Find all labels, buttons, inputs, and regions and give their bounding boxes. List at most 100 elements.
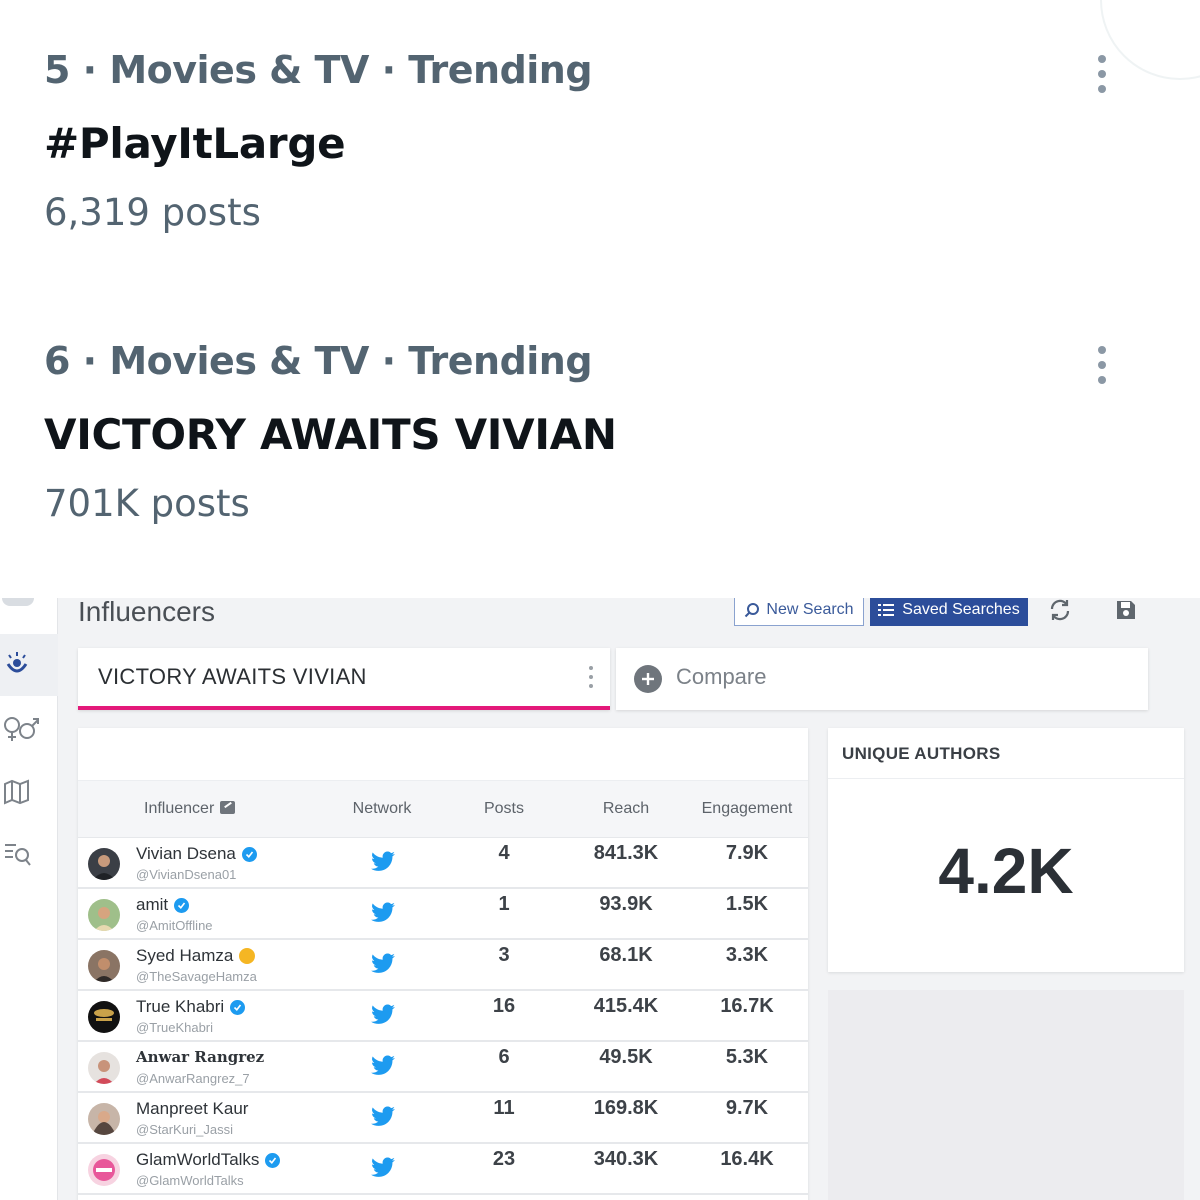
engagement-value: 7.9K (725, 842, 769, 864)
table-row[interactable]: Manpreet Kaur @StarKuri_Jassi 11 169.8K … (78, 1093, 808, 1144)
influencer-name[interactable]: Vivian Dsena (136, 844, 257, 864)
table-row[interactable]: Anwar Rangrez @AnwarRangrez_7 6 49.5K 5.… (78, 1042, 808, 1093)
twitter-icon (371, 1106, 395, 1126)
influencer-handle: @TrueKhabri (136, 1020, 214, 1035)
verified-icon (174, 897, 190, 913)
influencer-handle: @StarKuri_Jassi (136, 1122, 234, 1137)
influencer-name[interactable]: Anwar Rangrez (136, 1048, 264, 1066)
unique-authors-card: UNIQUE AUTHORS 4.2K (828, 728, 1184, 972)
trend-post-count: 701K posts (44, 482, 250, 525)
save-button[interactable] (1110, 598, 1142, 624)
sidebar-item-influencers[interactable] (0, 634, 58, 696)
header-posts[interactable]: Posts (452, 800, 556, 818)
influencer-dashboard: Influencers New Search Saved Searches VI… (0, 598, 1200, 1200)
reach-value: 49.5K (599, 1046, 653, 1068)
header-reach[interactable]: Reach (574, 800, 678, 818)
header-engagement[interactable]: Engagement (694, 800, 800, 818)
list-icon (878, 604, 895, 616)
reach-value: 340.3K (593, 1148, 659, 1170)
twitter-icon (371, 1157, 395, 1177)
verified-icon (241, 846, 257, 862)
table-row[interactable]: GlamWorldTalks @GlamWorldTalks 23 340.3K… (78, 1144, 808, 1195)
more-options-icon[interactable] (1082, 341, 1122, 389)
edit-icon[interactable] (220, 801, 236, 814)
refresh-button[interactable] (1044, 598, 1076, 624)
reach-value: 841.3K (593, 842, 659, 864)
table-row[interactable]: Syed Hamza @TheSavageHamza 3 68.1K 3.3K (78, 940, 808, 991)
twitter-icon (371, 1055, 395, 1075)
saved-searches-button[interactable]: Saved Searches (870, 598, 1028, 626)
posts-count: 1 (498, 893, 510, 915)
search-tab-label: VICTORY AWAITS VIVIAN (98, 664, 367, 689)
empty-panel (828, 990, 1184, 1200)
sidebar-item-gender[interactable] (0, 698, 58, 760)
twitter-icon (371, 902, 395, 922)
search-tab[interactable]: VICTORY AWAITS VIVIAN (78, 648, 610, 710)
influencer-handle: @GlamWorldTalks (136, 1173, 244, 1188)
saved-searches-label: Saved Searches (902, 601, 1020, 618)
sidebar-item-map[interactable] (0, 760, 58, 822)
plus-icon (634, 665, 662, 693)
trend-item-5[interactable]: 5 · Movies & TV · Trending #PlayItLarge … (44, 42, 1164, 240)
influencer-name[interactable]: True Khabri (136, 997, 246, 1017)
sidebar-item-search-list[interactable] (0, 822, 58, 884)
influencer-name[interactable]: amit (136, 895, 190, 915)
avatar (88, 950, 120, 982)
avatar (88, 1001, 120, 1033)
trend-category: 5 · Movies & TV · Trending (44, 48, 593, 92)
posts-count: 16 (492, 995, 516, 1017)
twitter-icon (371, 953, 395, 973)
posts-count: 3 (498, 944, 510, 966)
more-options-icon[interactable] (1082, 50, 1122, 98)
trend-name[interactable]: #PlayItLarge (44, 114, 1164, 174)
posts-count: 11 (493, 1097, 515, 1119)
twitter-icon (371, 851, 395, 871)
reach-value: 68.1K (599, 944, 653, 966)
influencer-handle: @VivianDsena01 (136, 867, 237, 882)
rail-item-partial[interactable] (2, 598, 34, 606)
influencer-handle: @AmitOffline (136, 918, 213, 933)
unique-authors-value: 4.2K (938, 835, 1074, 907)
engagement-value: 16.7K (720, 995, 774, 1017)
verified-icon (265, 1152, 281, 1168)
header-influencer[interactable]: Influencer (144, 800, 236, 818)
emoji-icon (239, 948, 256, 964)
engagement-value: 5.3K (725, 1046, 769, 1068)
posts-count: 6 (498, 1046, 510, 1068)
reach-value: 169.8K (593, 1097, 659, 1119)
avatar (88, 1052, 120, 1084)
influencer-name[interactable]: Syed Hamza (136, 946, 256, 966)
influencer-table: Influencer Network Posts Reach Engagemen… (78, 728, 808, 1200)
save-icon (1117, 601, 1135, 619)
page-title: Influencers (78, 598, 215, 627)
table-row[interactable]: True Khabri @TrueKhabri 16 415.4K 16.7K (78, 991, 808, 1042)
compare-button[interactable]: Compare (616, 648, 1148, 710)
engagement-value: 3.3K (725, 944, 769, 966)
table-row[interactable]: Vivian Dsena @VivianDsena01 4 841.3K 7.9… (78, 838, 808, 889)
trending-list: 5 · Movies & TV · Trending #PlayItLarge … (0, 0, 1200, 598)
header-network[interactable]: Network (330, 800, 434, 818)
engagement-value: 16.4K (720, 1148, 774, 1170)
trend-post-count: 6,319 posts (44, 191, 261, 234)
compare-label: Compare (676, 664, 767, 689)
influencer-handle: @TheSavageHamza (136, 969, 257, 984)
trend-item-6[interactable]: 6 · Movies & TV · Trending VICTORY AWAIT… (44, 333, 1164, 531)
influencer-icon (6, 652, 28, 673)
sidebar-rail (0, 598, 58, 1200)
trend-category: 6 · Movies & TV · Trending (44, 339, 593, 383)
search-icon (745, 603, 760, 618)
refresh-icon (1050, 599, 1070, 621)
twitter-icon (371, 1004, 395, 1024)
tab-options-icon[interactable] (586, 664, 596, 690)
verified-icon (230, 999, 246, 1015)
influencer-name[interactable]: GlamWorldTalks (136, 1150, 281, 1170)
map-icon (4, 779, 29, 805)
engagement-value: 1.5K (725, 893, 769, 915)
new-search-button[interactable]: New Search (734, 598, 864, 626)
posts-count: 23 (492, 1148, 516, 1170)
reach-value: 415.4K (593, 995, 659, 1017)
trend-name[interactable]: VICTORY AWAITS VIVIAN (44, 405, 1164, 465)
influencer-handle: @AnwarRangrez_7 (136, 1071, 250, 1086)
influencer-name[interactable]: Manpreet Kaur (136, 1099, 248, 1119)
table-row[interactable]: amit @AmitOffline 1 93.9K 1.5K (78, 889, 808, 940)
